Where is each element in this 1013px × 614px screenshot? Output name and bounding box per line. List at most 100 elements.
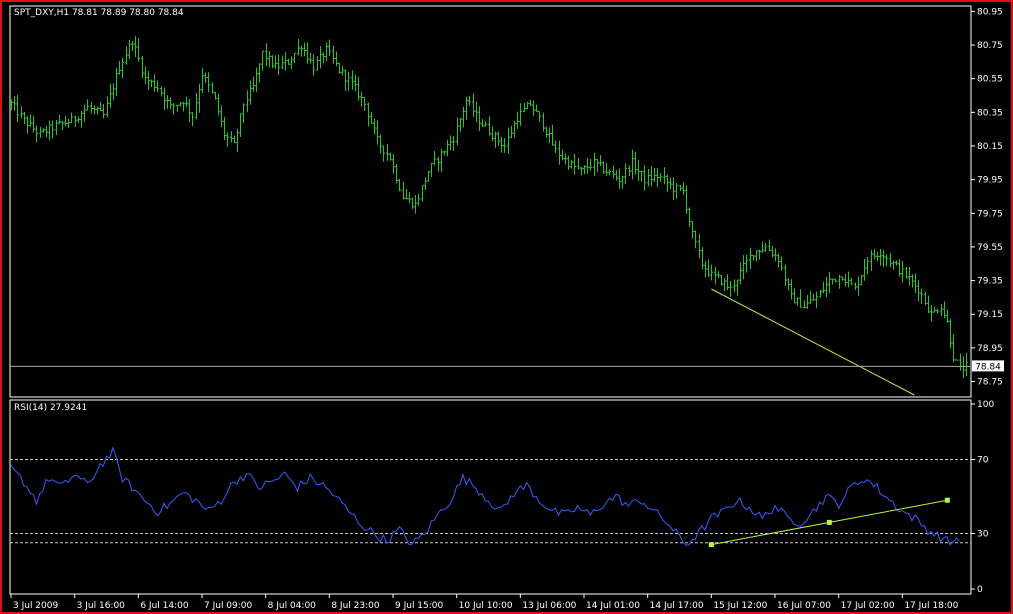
trendline-handle[interactable] <box>708 542 714 548</box>
time-tick-label: 10 Jul 10:00 <box>459 601 513 611</box>
price-bar <box>293 52 296 64</box>
price-bar <box>147 70 150 91</box>
price-bar <box>573 153 576 175</box>
price-bar <box>32 115 35 133</box>
price-bar <box>67 118 70 128</box>
price-bar <box>774 248 777 262</box>
price-bar <box>86 99 89 111</box>
price-trendline[interactable] <box>711 288 915 396</box>
price-bar <box>290 56 293 69</box>
price-bar <box>128 40 131 60</box>
price-bar <box>879 249 882 266</box>
price-bar <box>207 72 210 93</box>
price-bar <box>230 131 233 143</box>
price-bar <box>943 301 946 319</box>
price-bar <box>586 157 589 174</box>
trendline-handle[interactable] <box>944 497 950 503</box>
price-bar <box>698 234 701 259</box>
price-bar <box>35 125 38 143</box>
price-bar <box>714 266 717 285</box>
price-bar <box>885 254 888 267</box>
price-bar <box>182 101 185 112</box>
price-ytick-label: 78.95 <box>977 344 1003 354</box>
price-bar <box>513 121 516 138</box>
price-bar <box>370 111 373 124</box>
price-bar <box>704 260 707 278</box>
price-bar <box>752 254 755 261</box>
time-tick-label: 3 Jul 16:00 <box>77 601 126 611</box>
price-bar <box>936 308 939 314</box>
price-bar <box>319 46 322 69</box>
price-bar <box>478 106 481 132</box>
price-bar <box>564 153 567 165</box>
time-tick-label: 7 Jul 09:00 <box>204 601 253 611</box>
price-bar <box>551 124 554 146</box>
price-bar <box>462 106 465 128</box>
price-bar <box>799 289 802 308</box>
chart-svg[interactable]: 80.95 80.75 80.55 80.35 80.15 79.95 79.75 79.55… <box>4 4 1013 614</box>
price-bar <box>895 260 898 266</box>
trendline-handle[interactable] <box>826 519 832 525</box>
rsi-ytick-label: 100 <box>977 400 994 410</box>
price-bar <box>618 168 621 189</box>
price-bar <box>125 46 128 65</box>
price-bar <box>940 303 943 317</box>
chart-window: 80.95 80.75 80.55 80.35 80.15 79.95 79.75 79.55… <box>0 0 1013 614</box>
price-ytick-label: 79.55 <box>977 243 1003 253</box>
price-bar <box>443 150 446 156</box>
price-bar <box>669 177 672 190</box>
price-bar <box>675 183 678 199</box>
price-bar <box>121 57 124 79</box>
price-trendline-segment <box>711 288 915 396</box>
price-bar <box>809 290 812 305</box>
price-bar <box>538 111 541 123</box>
rsi-panel-border <box>9 399 972 595</box>
price-bar <box>526 101 529 110</box>
price-bar <box>577 157 580 170</box>
price-bar <box>860 275 863 286</box>
price-bar <box>185 96 188 108</box>
time-tick-label: 15 Jul 12:00 <box>713 601 767 611</box>
price-bar <box>300 45 303 57</box>
price-bar <box>825 276 828 298</box>
price-bar <box>268 51 271 68</box>
price-bar <box>332 45 335 64</box>
price-bar <box>717 271 720 279</box>
price-bar <box>395 163 398 184</box>
price-bar <box>905 266 908 279</box>
rsi-title: RSI(14) 27.9241 <box>14 403 87 413</box>
rsi-trendline[interactable] <box>708 497 950 548</box>
price-bar <box>214 91 217 100</box>
price-bar <box>643 165 646 191</box>
price-bar <box>688 207 691 228</box>
price-bar <box>863 258 866 281</box>
price-ytick-label: 80.15 <box>977 142 1003 152</box>
price-bar <box>621 175 624 189</box>
price-bar <box>898 259 901 277</box>
price-bar <box>386 144 389 161</box>
price-bar <box>141 55 144 79</box>
price-bar <box>468 95 471 106</box>
price-bar <box>959 353 962 371</box>
price-bar <box>29 114 32 127</box>
price-bar <box>567 155 570 170</box>
price-bar <box>414 194 417 214</box>
price-bar <box>452 135 455 151</box>
price-bar <box>755 250 758 262</box>
price-bar <box>589 158 592 171</box>
price-bar <box>363 96 366 111</box>
price-bar <box>456 117 459 146</box>
price-bar <box>373 118 376 135</box>
price-bar <box>335 51 338 67</box>
price-bar <box>344 69 347 92</box>
rsi-ytick-label: 30 <box>977 530 989 540</box>
price-bar <box>503 138 506 153</box>
price-bar <box>233 135 236 144</box>
price-bar <box>834 278 837 283</box>
price-bar <box>962 356 965 379</box>
price-bar <box>144 66 147 85</box>
price-bar <box>351 70 354 90</box>
price-bar <box>494 131 497 149</box>
price-bar <box>580 166 583 176</box>
price-bar <box>249 80 252 105</box>
